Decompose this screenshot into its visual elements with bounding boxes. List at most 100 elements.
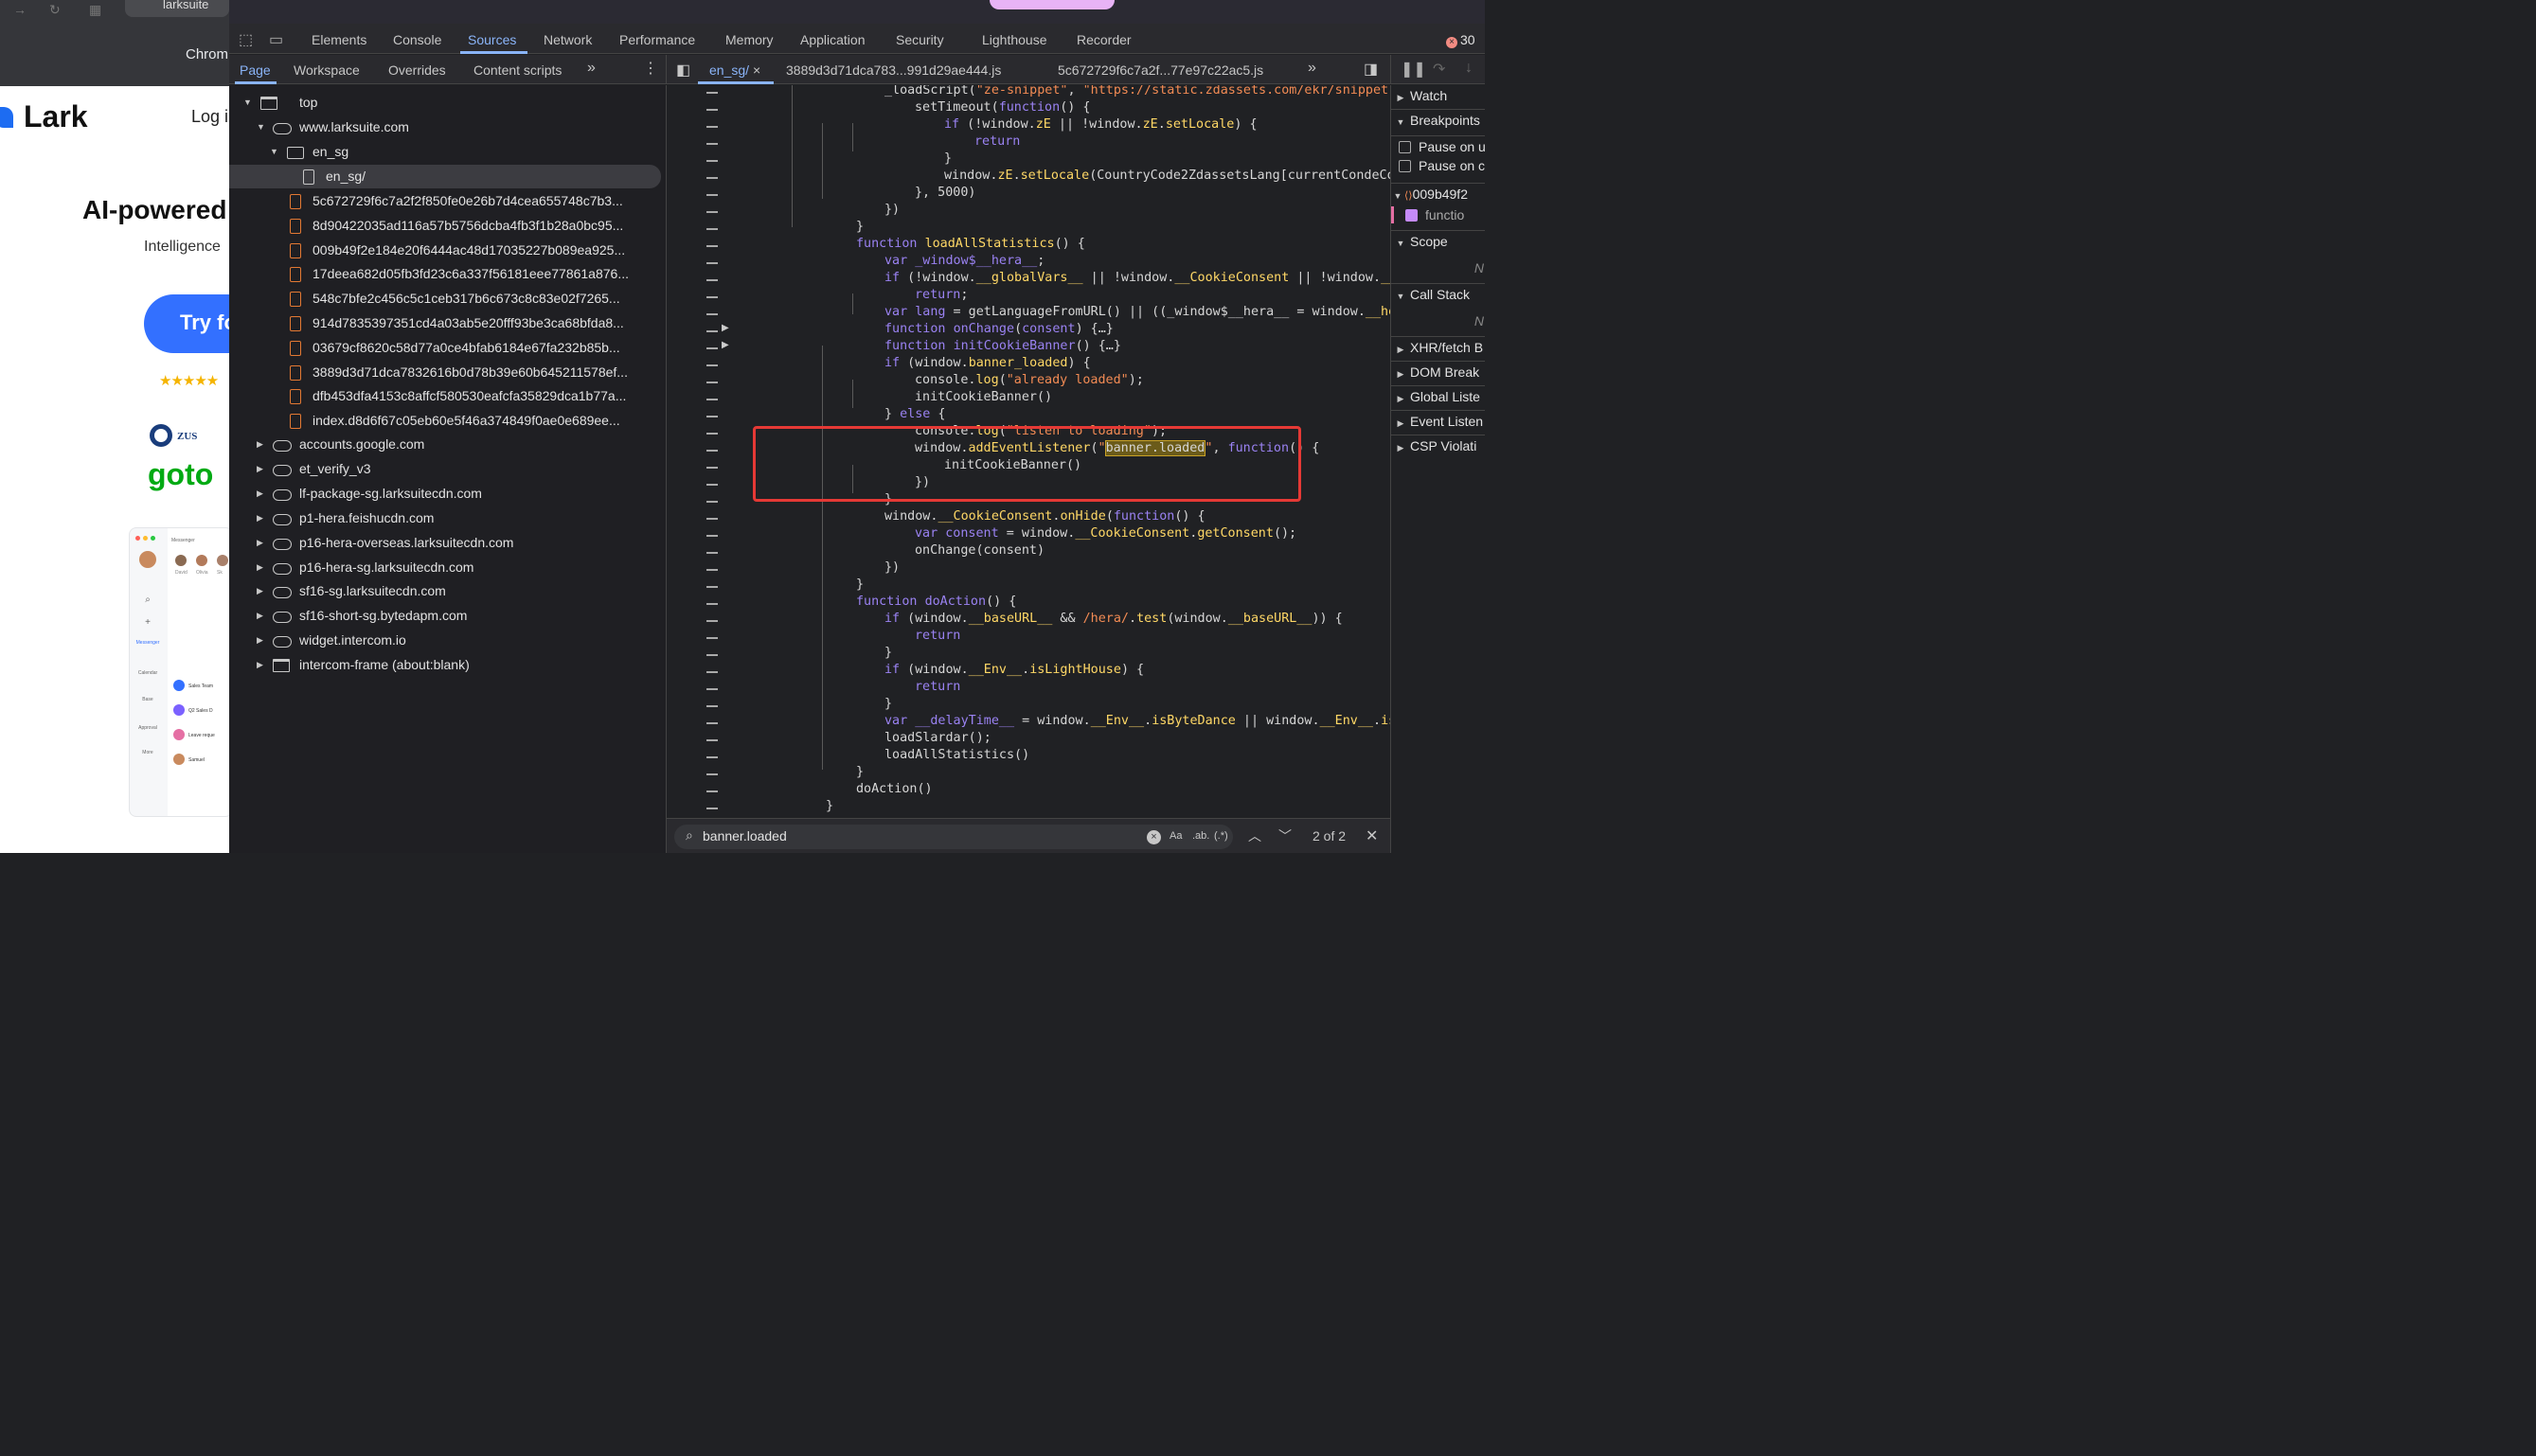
tree-item-file[interactable]: 8d90422035ad116a57b5756dcba4fb3f1b28a0bc… [229,214,666,238]
gutter-line-marker[interactable] [706,722,718,724]
tree-item-host[interactable]: ▶ lf-package-sg.larksuitecdn.com [229,482,666,506]
collapsed-arrow-icon[interactable]: ▶ [257,579,263,603]
tree-item-file[interactable]: 914d7835397351cd4a03ab5e20fff93be3ca68bf… [229,311,666,335]
forward-icon[interactable]: → [13,2,27,17]
breakpoint-entry[interactable]: functio [1391,204,1485,229]
collapsed-arrow-icon[interactable]: ▶ [257,629,263,652]
gutter-line-marker[interactable] [706,603,718,605]
browser-tab[interactable]: larksuite [125,0,229,17]
gutter-line-marker[interactable] [706,382,718,383]
gutter-line-marker[interactable] [706,501,718,503]
scope-section[interactable]: ▼ Scope [1391,230,1485,255]
match-case-toggle[interactable]: Aa [1170,830,1182,842]
tree-item-file[interactable]: 548c7bfe2c456c5c1ceb317b6c673c8c83e02f72… [229,287,666,311]
gutter-line-marker[interactable] [706,313,718,315]
expand-arrow-icon[interactable]: ▼ [243,91,252,115]
search-field[interactable]: ⌕ × Aa .ab. (.*) [674,825,1233,849]
close-search-icon[interactable]: ✕ [1366,826,1378,845]
breakpoint-checkbox[interactable] [1405,209,1418,222]
gutter-line-marker[interactable] [706,109,718,111]
gutter-line-marker[interactable] [706,671,718,673]
tab-sources[interactable]: Sources [468,32,516,47]
tree-item-host[interactable]: ▶ et_verify_v3 [229,457,666,481]
fold-arrow-icon[interactable]: ▶ [722,340,729,350]
fold-arrow-icon[interactable]: ▶ [722,323,729,333]
lark-logo[interactable]: Lark [24,99,88,134]
login-link[interactable]: Log i [191,107,228,127]
collapsed-arrow-icon[interactable]: ▶ [257,457,263,481]
nav-tab-page[interactable]: Page [240,62,271,78]
tab-memory[interactable]: Memory [725,32,774,47]
gutter-line-marker[interactable] [706,484,718,486]
tree-item-host[interactable]: ▶ sf16-sg.larksuitecdn.com [229,579,666,603]
watch-section[interactable]: ▶ Watch [1391,85,1485,110]
tab-recorder[interactable]: Recorder [1077,32,1132,47]
gutter-line-marker[interactable] [706,705,718,707]
error-count-badge[interactable]: × 30 [1446,32,1475,48]
gutter-line-marker[interactable] [706,347,718,349]
gutter-line-marker[interactable] [706,126,718,128]
gutter-line-marker[interactable] [706,518,718,520]
more-tabs-icon[interactable]: » [587,60,596,77]
gutter-line-marker[interactable] [706,569,718,571]
tab-application[interactable]: Application [800,32,866,47]
gutter-line-marker[interactable] [706,586,718,588]
gutter-line-marker[interactable] [706,756,718,758]
nav-tab-workspace[interactable]: Workspace [294,62,360,78]
gutter-line-marker[interactable] [706,535,718,537]
tab-elements[interactable]: Elements [312,32,366,47]
pause-uncaught-checkbox[interactable] [1399,141,1411,153]
device-toolbar-icon[interactable]: ▭ [269,30,283,49]
gutter-line-marker[interactable] [706,160,718,162]
more-editor-tabs-icon[interactable]: » [1308,60,1316,77]
pause-caught-option[interactable]: Pause on c [1391,155,1485,180]
gutter-line-marker[interactable] [706,450,718,452]
whole-word-toggle[interactable]: .ab. [1192,830,1209,842]
try-free-button[interactable]: Try fo [144,294,229,353]
regex-toggle[interactable]: (.*) [1214,830,1228,842]
gutter-line-marker[interactable] [706,228,718,230]
xhr-breakpoints-section[interactable]: ▶ XHR/fetch B [1391,336,1485,361]
tab-console[interactable]: Console [393,32,441,47]
gutter-line-marker[interactable] [706,194,718,196]
tree-item-folder[interactable]: ▼ en_sg [229,140,666,164]
tree-item-file[interactable]: index.d8d6f67c05eb60e5f46a374849f0ae0e68… [229,409,666,433]
gutter-line-marker[interactable] [706,808,718,809]
gutter-line-marker[interactable] [706,433,718,435]
tree-item-selected-file[interactable]: en_sg/ [229,165,666,188]
gutter-line-marker[interactable] [706,773,718,775]
tab-network[interactable]: Network [544,32,592,47]
collapsed-arrow-icon[interactable]: ▶ [257,482,263,506]
expand-arrow-icon[interactable]: ▼ [257,115,265,139]
gutter-line-marker[interactable] [706,245,718,247]
tree-item-top[interactable]: ▼ top [229,91,666,115]
tree-item-file[interactable]: dfb453dfa4153c8affcf580530eafcfa35829dca… [229,384,666,408]
tree-item-host[interactable]: ▶ accounts.google.com [229,433,666,456]
apps-icon[interactable]: ▦ [89,2,101,18]
close-tab-icon[interactable]: × [753,62,760,78]
tree-item-file[interactable]: 03679cf8620c58d77a0ce4bfab6184e67fa232b8… [229,336,666,360]
tab-security[interactable]: Security [896,32,944,47]
gutter-line-marker[interactable] [706,262,718,264]
clear-search-icon[interactable]: × [1147,830,1161,844]
csp-violations-section[interactable]: ▶ CSP Violati [1391,435,1485,459]
step-over-icon[interactable]: ↷ [1433,60,1445,79]
toggle-debugger-icon[interactable]: ◨ [1364,60,1378,79]
tree-item-frame[interactable]: ▶ intercom-frame (about:blank) [229,653,666,677]
breakpoints-section[interactable]: ▼ Breakpoints [1391,109,1485,133]
collapsed-arrow-icon[interactable]: ▶ [257,531,263,555]
collapsed-arrow-icon[interactable]: ▶ [257,556,263,579]
tree-item-host[interactable]: ▶ p16-hera-overseas.larksuitecdn.com [229,531,666,555]
step-into-icon[interactable]: ↓ [1465,60,1473,77]
inspect-element-icon[interactable]: ⬚ [239,30,253,49]
gutter-line-marker[interactable] [706,364,718,366]
gutter-line-marker[interactable] [706,92,718,94]
more-options-icon[interactable]: ⋮ [643,59,658,78]
tree-item-host[interactable]: ▶ p16-hera-sg.larksuitecdn.com [229,556,666,579]
gutter-line-marker[interactable] [706,790,718,792]
editor-tab-en-sg[interactable]: en_sg/ × [709,62,760,78]
dom-breakpoints-section[interactable]: ▶ DOM Break [1391,361,1485,385]
gutter-line-marker[interactable] [706,211,718,213]
nav-tab-overrides[interactable]: Overrides [388,62,446,78]
tab-performance[interactable]: Performance [619,32,695,47]
